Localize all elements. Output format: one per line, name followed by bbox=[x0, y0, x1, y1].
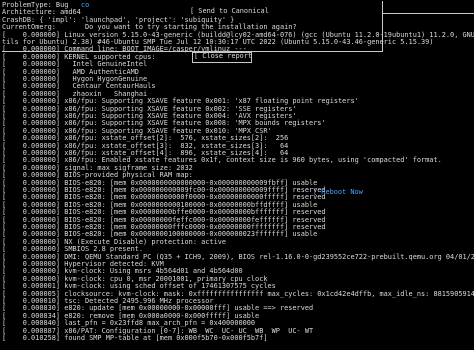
close-report-button[interactable]: [ Close report ] bbox=[194, 52, 274, 60]
co-fragment: co bbox=[81, 1, 90, 9]
terminal-line: [ 0.010258] found SMP MP-table at [mem 0… bbox=[2, 334, 268, 342]
reboot-now-button[interactable]: [ Reboot Now ] bbox=[313, 188, 395, 196]
send-to-canonical-button[interactable]: [ Send to Canonical ] bbox=[190, 7, 280, 15]
